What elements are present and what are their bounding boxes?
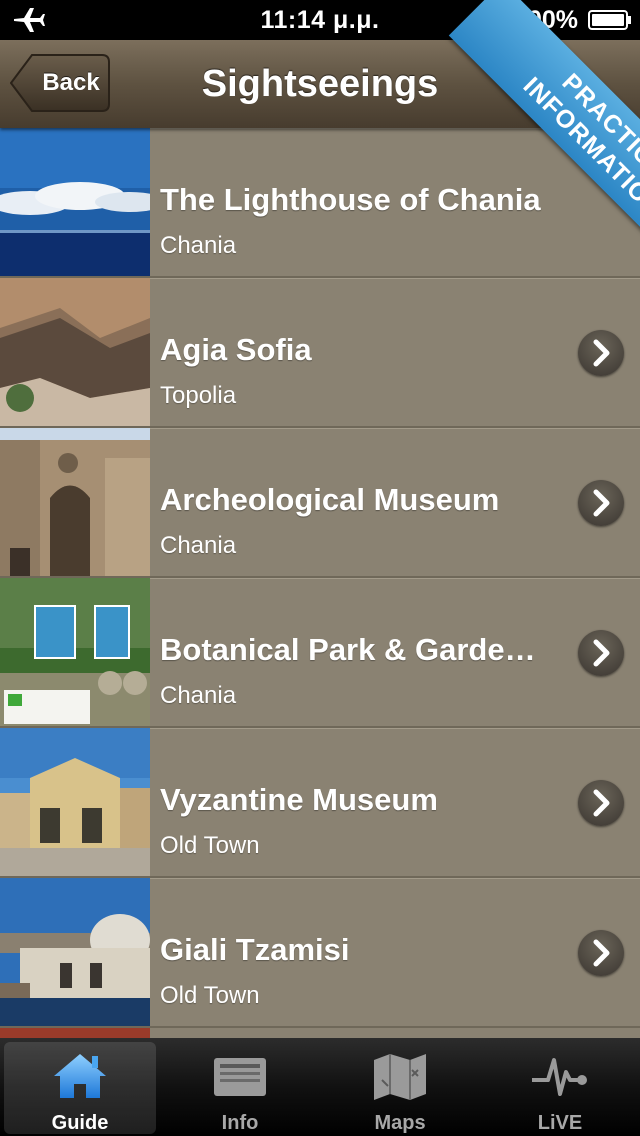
list-item[interactable] — [0, 1028, 640, 1038]
sightseeing-list: The Lighthouse of Chania Chania Agia Sof… — [0, 128, 640, 1038]
chevron-right-icon — [593, 939, 610, 967]
item-title: Giali Tzamisi — [160, 932, 350, 967]
item-subtitle: Chania — [160, 532, 237, 559]
chevron-right-icon — [593, 639, 610, 667]
item-title: Agia Sofia — [160, 332, 312, 367]
list-item[interactable]: Botanical Park & Garde… Chania — [0, 578, 640, 728]
back-button-label: Back — [42, 69, 100, 96]
tab-live[interactable]: LiVE — [484, 1042, 636, 1134]
tab-bar: Guide Info Maps LiVE — [0, 1038, 640, 1136]
item-subtitle: Old Town — [160, 832, 260, 859]
lighthouse-thumbnail — [0, 128, 150, 276]
chevron-right-icon — [593, 339, 610, 367]
item-subtitle: Topolia — [160, 382, 237, 409]
list-item[interactable]: Giali Tzamisi Old Town — [0, 878, 640, 1028]
tab-guide[interactable]: Guide — [4, 1042, 156, 1134]
item-title: The Lighthouse of Chania — [160, 182, 541, 217]
disclosure-button[interactable] — [578, 480, 624, 526]
list-item-thumbnail — [0, 1028, 150, 1038]
list-item[interactable]: Vyzantine Museum Old Town — [0, 728, 640, 878]
item-subtitle: Chania — [160, 232, 237, 259]
item-title: Botanical Park & Garde… — [160, 632, 536, 667]
disclosure-button[interactable] — [578, 930, 624, 976]
tab-label: LiVE — [537, 1112, 583, 1134]
back-button[interactable]: Back — [10, 54, 110, 112]
list-item[interactable]: The Lighthouse of Chania Chania — [0, 128, 640, 278]
item-subtitle: Old Town — [160, 982, 260, 1009]
newspaper-icon — [214, 1058, 266, 1096]
disclosure-button[interactable] — [578, 630, 624, 676]
chevron-right-icon — [593, 489, 610, 517]
pulse-icon — [532, 1058, 587, 1096]
tab-label: Guide — [51, 1112, 109, 1134]
map-icon — [374, 1054, 426, 1100]
chevron-right-icon — [593, 789, 610, 817]
vyzantine-museum-thumbnail — [0, 728, 150, 876]
botanical-park-thumbnail — [0, 578, 150, 726]
tab-label: Info — [221, 1112, 259, 1134]
agia-sofia-thumbnail — [0, 278, 150, 426]
tab-maps[interactable]: Maps — [324, 1042, 476, 1134]
giali-tzamisi-thumbnail — [0, 878, 150, 1026]
page-title: Sightseeings — [201, 63, 439, 105]
home-icon — [54, 1054, 106, 1098]
tab-info[interactable]: Info — [164, 1042, 316, 1134]
disclosure-button[interactable] — [578, 330, 624, 376]
archeological-museum-thumbnail — [0, 428, 150, 576]
disclosure-button[interactable] — [578, 780, 624, 826]
list-item[interactable]: Archeological Museum Chania — [0, 428, 640, 578]
item-title: Vyzantine Museum — [160, 782, 438, 817]
item-subtitle: Chania — [160, 682, 237, 709]
tab-label: Maps — [374, 1112, 426, 1134]
battery-icon — [588, 10, 631, 30]
item-title: Archeological Museum — [160, 482, 500, 517]
list-item[interactable]: Agia Sofia Topolia — [0, 278, 640, 428]
